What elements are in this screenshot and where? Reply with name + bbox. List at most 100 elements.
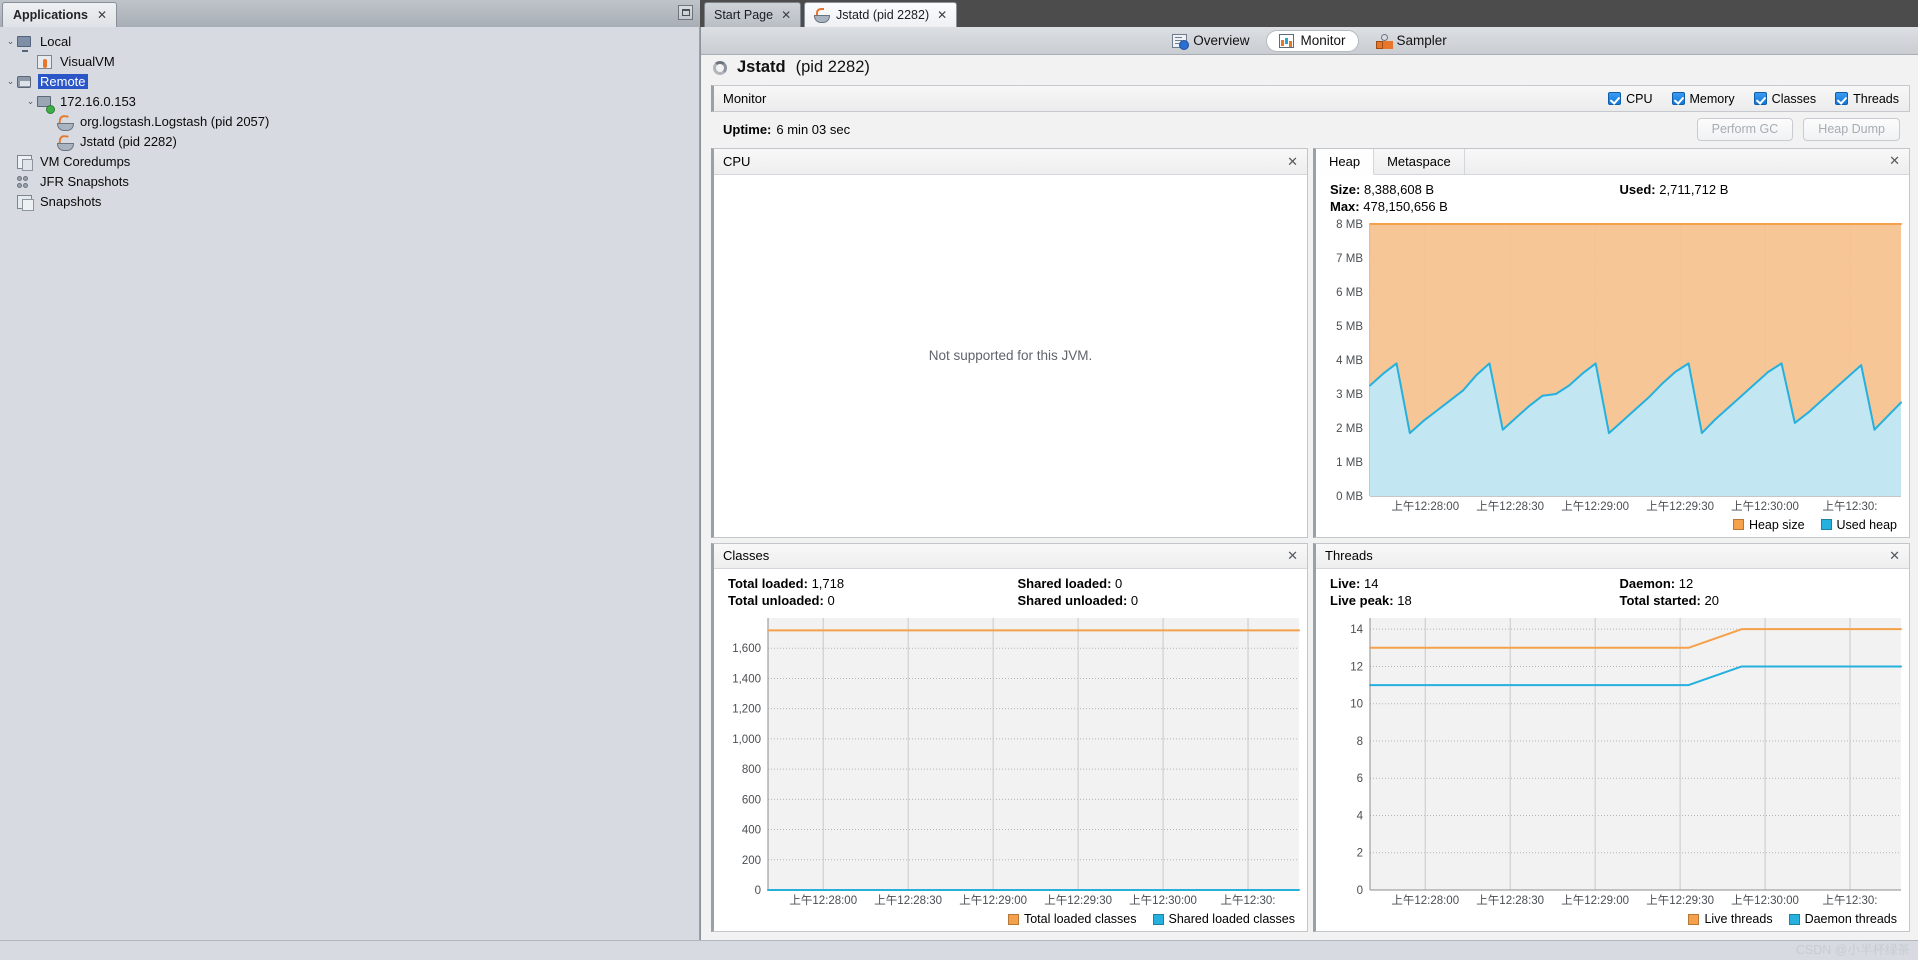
live-threads-stat: Live: 14 (1330, 576, 1620, 591)
tree-item-label: VM Coredumps (40, 153, 131, 169)
chevron-down-icon[interactable]: ⌄ (24, 96, 37, 107)
page-title-pid: (pid 2282) (795, 58, 870, 76)
svg-text:10: 10 (1350, 699, 1363, 711)
java-app-icon (57, 134, 74, 151)
svg-text:1,200: 1,200 (732, 704, 761, 716)
live-peak-stat: Live peak: 18 (1330, 593, 1620, 608)
overview-icon (1172, 33, 1190, 50)
svg-text:1,400: 1,400 (732, 673, 761, 685)
checkbox-checked-icon (1753, 92, 1767, 105)
close-icon[interactable]: ✕ (781, 8, 791, 22)
applications-panel: ⌄Local·VisualVM⌄Remote⌄172.16.0.153·org.… (0, 27, 700, 940)
tree-item[interactable]: · Snapshots (0, 191, 699, 211)
checkbox-classes[interactable]: Classes (1753, 92, 1816, 106)
heap-used-value: 2,711,712 B (1659, 181, 1729, 197)
document-tabstrip: Start Page ✕ Jstatd (pid 2282) ✕ (700, 0, 1918, 27)
view-button-sampler[interactable]: Sampler (1363, 30, 1460, 52)
page-title-name: Jstatd (737, 58, 786, 76)
tree-spacer: · (44, 116, 57, 126)
tree-item[interactable]: · VisualVM (0, 51, 699, 71)
close-icon[interactable]: ✕ (937, 8, 947, 22)
view-button-monitor[interactable]: Monitor (1266, 29, 1359, 52)
close-icon[interactable]: ✕ (1889, 548, 1900, 564)
close-icon[interactable]: ✕ (97, 8, 107, 22)
tree-spacer: · (4, 176, 17, 186)
snapshot-icon (17, 194, 34, 211)
panel-threads-header: Threads ✕ (1316, 543, 1909, 569)
legend-shared-loaded-classes: Shared loaded classes (1152, 912, 1295, 926)
monitor-chart-grid: CPU ✕ Not supported for this JVM. Heap M… (711, 148, 1910, 932)
svg-text:上午12:28:00: 上午12:28:00 (1391, 500, 1459, 513)
legend-used-heap: Used heap (1820, 518, 1897, 532)
document-body: Overview Monitor Sampler Jstatd (pid 228… (700, 27, 1918, 940)
tree-item[interactable]: ⌄ Remote (0, 71, 699, 91)
legend-total-loaded-classes: Total loaded classes (1007, 912, 1137, 926)
svg-text:4 MB: 4 MB (1336, 355, 1363, 367)
checkbox-memory[interactable]: Memory (1671, 91, 1735, 106)
monitor-section: Monitor CPU Memory Classes Threads Uptim… (711, 85, 1910, 932)
svg-text:6: 6 (1357, 773, 1363, 785)
checkbox-cpu[interactable]: CPU (1608, 92, 1653, 106)
tab-start-page[interactable]: Start Page ✕ (704, 2, 802, 27)
view-button-overview-label: Overview (1193, 33, 1250, 48)
heap-dump-button[interactable]: Heap Dump (1803, 117, 1900, 141)
tree-item-label: Local (40, 33, 72, 49)
svg-text:8 MB: 8 MB (1336, 219, 1363, 231)
svg-text:2 MB: 2 MB (1336, 423, 1363, 435)
svg-text:上午12:30:: 上午12:30: (1823, 894, 1878, 907)
legend-heap-size: Heap size (1732, 518, 1805, 532)
tree-item[interactable]: ⌄ 172.16.0.153 (0, 91, 699, 114)
tree-item[interactable]: · org.logstash.Logstash (pid 2057) (0, 111, 699, 131)
total-loaded-stat: Total loaded: 1,718 (728, 576, 1018, 591)
legend-daemon-threads: Daemon threads (1788, 912, 1897, 926)
tab-applications[interactable]: Applications ✕ (2, 2, 118, 27)
chevron-down-icon[interactable]: ⌄ (4, 76, 17, 87)
tab-jstatd[interactable]: Jstatd (pid 2282) ✕ (804, 2, 958, 27)
monitor-checkbox-group: CPU Memory Classes Threads (1608, 92, 1899, 106)
sampler-icon (1375, 33, 1391, 49)
minimize-icon[interactable] (678, 5, 693, 20)
svg-text:上午12:29:30: 上午12:29:30 (1646, 894, 1714, 907)
legend-shared-loaded-classes-label: Shared loaded classes (1168, 912, 1295, 926)
legend-daemon-threads-label: Daemon threads (1804, 912, 1897, 926)
panel-cpu-header: CPU ✕ (714, 149, 1307, 175)
svg-text:7 MB: 7 MB (1336, 253, 1363, 265)
svg-text:上午12:28:00: 上午12:28:00 (789, 894, 857, 907)
tree-item[interactable]: · VM Coredumps (0, 151, 699, 171)
view-button-monitor-label: Monitor (1300, 33, 1346, 48)
tree-item-label: VisualVM (60, 53, 115, 69)
tree-item[interactable]: · Jstatd (pid 2282) (0, 131, 699, 151)
svg-text:14: 14 (1350, 624, 1363, 636)
close-icon[interactable]: ✕ (1287, 548, 1298, 564)
tab-metaspace[interactable]: Metaspace (1374, 149, 1465, 174)
heap-stats: Size: 8,388,608 B Used: 2,711,712 B Max:… (1316, 175, 1909, 218)
close-icon[interactable]: ✕ (1287, 154, 1298, 170)
svg-text:1,000: 1,000 (732, 734, 761, 746)
watermark: CSDN @小半杯绿茶 (1795, 943, 1910, 957)
svg-text:1,600: 1,600 (732, 643, 761, 655)
svg-text:上午12:30:00: 上午12:30:00 (1731, 500, 1799, 513)
view-button-overview[interactable]: Overview (1159, 30, 1262, 52)
svg-text:12: 12 (1350, 661, 1363, 673)
threads-stats: Live: 14 Daemon: 12 Live peak: 18 Total … (1316, 569, 1909, 612)
heap-size-value: 8,388,608 B (1363, 181, 1435, 197)
svg-text:400: 400 (742, 825, 761, 837)
panel-threads: Threads ✕ Live: 14 Daemon: 12 Live peak:… (1313, 542, 1910, 932)
total-loaded-value: 1,718 (811, 576, 845, 591)
live-peak-value: 18 (1397, 593, 1412, 608)
checkbox-threads[interactable]: Threads (1835, 92, 1899, 106)
panel-classes-title: Classes (723, 548, 770, 564)
applications-tree[interactable]: ⌄Local·VisualVM⌄Remote⌄172.16.0.153·org.… (0, 27, 699, 211)
close-icon[interactable]: ✕ (1889, 153, 1909, 169)
panel-threads-title: Threads (1325, 548, 1373, 564)
chevron-down-icon[interactable]: ⌄ (4, 36, 17, 47)
tree-item[interactable]: · JFR Snapshots (0, 171, 699, 191)
tree-item[interactable]: ⌄ Local (0, 31, 699, 52)
tree-item-label: org.logstash.Logstash (pid 2057) (80, 113, 270, 129)
jfr-snapshot-icon (17, 174, 34, 189)
tab-heap[interactable]: Heap (1316, 149, 1375, 175)
checkbox-memory-label: Memory (1689, 91, 1735, 106)
svg-text:800: 800 (742, 764, 761, 776)
heap-chart-legend: Heap size Used heap (1316, 516, 1909, 537)
perform-gc-button[interactable]: Perform GC (1696, 117, 1794, 141)
